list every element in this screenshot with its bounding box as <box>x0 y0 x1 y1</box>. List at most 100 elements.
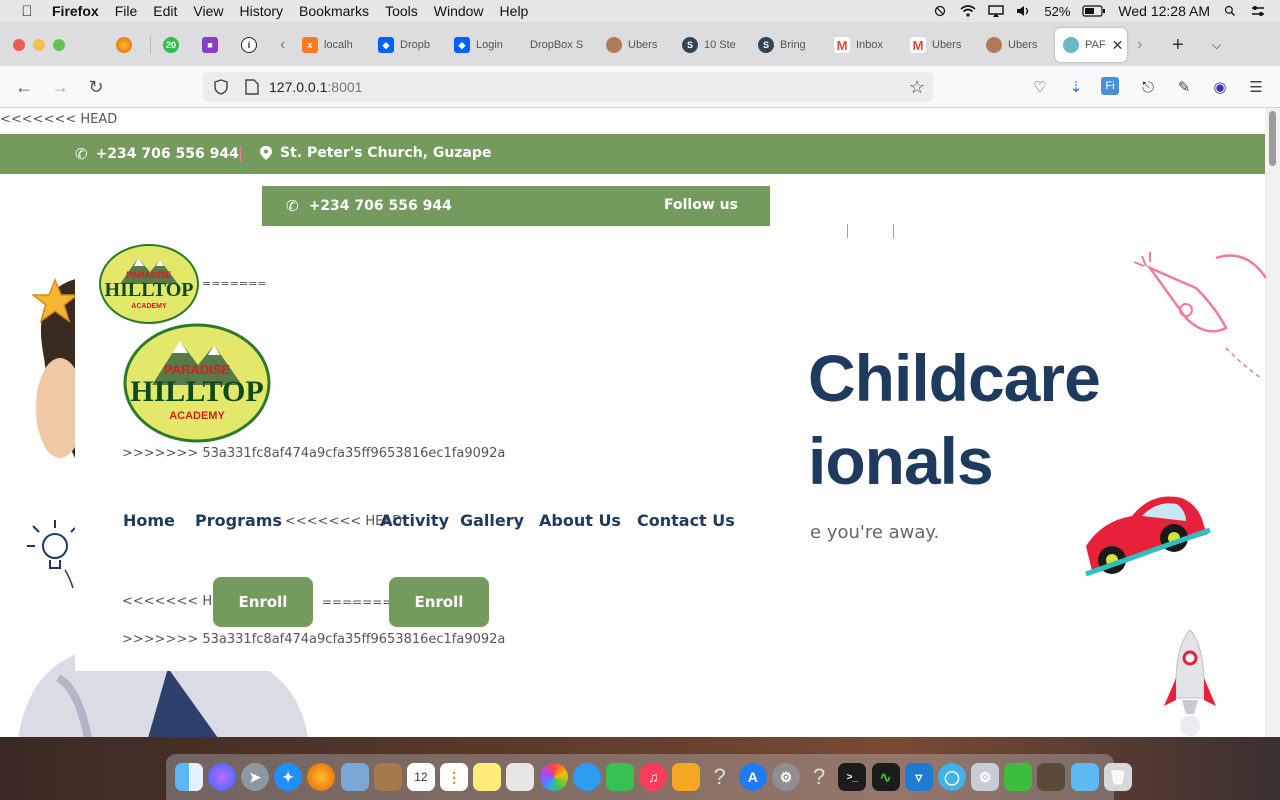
header-phone[interactable]: ✆ +234 706 556 944 <box>286 197 452 215</box>
tab-bring[interactable]: S Bring <box>758 28 822 62</box>
downloads-icon[interactable]: ⇣ <box>1066 77 1086 97</box>
eyedropper-icon[interactable]: ✎ <box>1174 77 1194 97</box>
close-window-button[interactable] <box>13 39 25 51</box>
extensions-puzzle-icon[interactable]: ⎋ <box>1138 77 1158 97</box>
tab-paradise-active[interactable]: PAF ✕ <box>1055 28 1127 62</box>
wifi-icon[interactable] <box>960 5 976 17</box>
hamburger-menu-icon[interactable]: ☰ <box>1246 77 1266 97</box>
contact-address[interactable]: St. Peter's Church, Guzape <box>260 145 491 161</box>
photos-icon[interactable] <box>539 763 568 791</box>
menu-help[interactable]: Help <box>500 3 529 19</box>
scrollbar-thumb[interactable] <box>1269 111 1276 166</box>
folder-icon[interactable] <box>1070 763 1099 791</box>
photos-app-icon[interactable] <box>506 763 535 791</box>
maximize-window-button[interactable] <box>53 39 65 51</box>
menu-bookmarks[interactable]: Bookmarks <box>299 3 369 19</box>
control-center-icon[interactable] <box>1250 5 1266 17</box>
url-bar[interactable]: 127.0.0.1:8001 ☆ <box>203 72 933 102</box>
launchpad-icon[interactable]: ➤ <box>240 763 269 791</box>
activity-monitor-icon[interactable]: ∿ <box>871 763 900 791</box>
tab-pinned-badge[interactable]: 20 <box>163 28 185 62</box>
help-icon[interactable]: ? <box>706 763 734 791</box>
tab-pinned-firefox[interactable] <box>116 28 138 62</box>
logo-small[interactable]: PARADISE HILLTOP ACADEMY <box>98 244 200 324</box>
apple-icon[interactable]:  <box>12 3 42 20</box>
sync-icon[interactable] <box>932 5 948 17</box>
logo-large[interactable]: PARADISE HILLTOP ACADEMY <box>122 323 272 443</box>
close-tab-icon[interactable]: ✕ <box>1112 37 1124 54</box>
appstore-icon[interactable]: A <box>738 763 767 791</box>
menu-app-firefox[interactable]: Firefox <box>52 3 99 19</box>
menu-tools[interactable]: Tools <box>385 3 418 19</box>
terminal-icon[interactable]: >_ <box>838 763 867 791</box>
tab-ubers-1[interactable]: Ubers <box>606 28 670 62</box>
settings2-icon[interactable]: ⚙ <box>971 763 1000 791</box>
tab-gmail-ubers[interactable]: M Ubers <box>910 28 974 62</box>
photo-thumbnail-icon[interactable] <box>1037 763 1066 791</box>
book-icon[interactable] <box>373 763 402 791</box>
music-icon[interactable]: ♫ <box>639 763 668 791</box>
tabs-scroll-left-button[interactable]: ‹ <box>280 28 294 62</box>
notes-icon[interactable] <box>473 763 502 791</box>
nav-about-us[interactable]: About Us <box>539 511 621 530</box>
menu-file[interactable]: File <box>115 3 138 19</box>
extension-fi-icon[interactable]: Fi <box>1101 77 1119 95</box>
bookmark-star-icon[interactable]: ☆ <box>909 77 925 98</box>
settings-icon[interactable]: ⚙ <box>771 763 800 791</box>
tabs-scroll-right-button[interactable]: › <box>1137 28 1151 62</box>
reload-icon[interactable]: ↻ <box>85 76 107 98</box>
battery-icon[interactable] <box>1082 5 1106 17</box>
tab-localhost[interactable]: x localh <box>302 28 366 62</box>
tab-dropbox-s[interactable]: DropBox S <box>530 28 594 62</box>
volume-icon[interactable] <box>1016 5 1032 17</box>
nav-activity[interactable]: Activity <box>380 511 449 530</box>
minimize-window-button[interactable] <box>33 39 45 51</box>
facetime-icon[interactable] <box>606 763 635 791</box>
airplay-icon[interactable] <box>988 5 1005 17</box>
reminders-icon[interactable]: ⋮ <box>440 763 469 791</box>
page-scrollbar[interactable] <box>1265 108 1280 737</box>
back-arrow-icon[interactable]: ← <box>13 76 35 98</box>
messages-icon[interactable] <box>572 763 601 791</box>
enroll-button-1[interactable]: Enroll <box>213 577 313 627</box>
nav-gallery[interactable]: Gallery <box>460 511 524 530</box>
preview-icon[interactable] <box>340 763 369 791</box>
tab-10-steps[interactable]: S 10 Ste <box>682 28 746 62</box>
spotlight-search-icon[interactable] <box>1222 5 1238 17</box>
contact-phone[interactable]: ✆ +234 706 556 944 <box>75 145 239 163</box>
books-icon[interactable] <box>672 763 701 791</box>
menu-window[interactable]: Window <box>434 3 484 19</box>
pocket-icon[interactable]: ♡ <box>1030 77 1050 97</box>
firefox-icon[interactable] <box>307 763 336 791</box>
new-tab-button[interactable]: + <box>1172 28 1188 62</box>
tab-ubers-2[interactable]: Ubers <box>986 28 1050 62</box>
finder-icon[interactable] <box>174 763 203 791</box>
forward-arrow-icon[interactable]: → <box>49 76 71 98</box>
menu-view[interactable]: View <box>193 3 223 19</box>
menu-edit[interactable]: Edit <box>153 3 177 19</box>
tab-dropbox-login[interactable]: ◆ Login <box>454 28 518 62</box>
phone-number: +234 706 556 944 <box>308 198 452 214</box>
circle-app-icon[interactable]: ◯ <box>937 763 966 791</box>
green-app-icon[interactable] <box>1004 763 1033 791</box>
nav-home[interactable]: Home <box>123 511 175 530</box>
tab-dropbox[interactable]: ◆ Dropb <box>378 28 442 62</box>
tab-pinned-robot[interactable]: ■ <box>202 28 224 62</box>
follow-us-link[interactable]: Follow us <box>664 197 738 213</box>
enroll-button-2[interactable]: Enroll <box>389 577 489 627</box>
tab-gmail-inbox[interactable]: M Inbox <box>834 28 898 62</box>
nav-contact-us[interactable]: Contact Us <box>637 511 735 530</box>
tab-pinned-info[interactable]: i <box>241 28 263 62</box>
safari-icon[interactable]: ✦ <box>274 763 303 791</box>
siri-icon[interactable] <box>207 763 236 791</box>
account-icon[interactable]: ◉ <box>1210 77 1230 97</box>
menu-history[interactable]: History <box>239 3 283 19</box>
calendar-icon[interactable]: 12 <box>406 763 435 791</box>
shield-icon[interactable] <box>213 79 229 95</box>
vscode-icon[interactable]: ▿ <box>904 763 933 791</box>
menubar-clock[interactable]: Wed 12:28 AM <box>1118 3 1210 19</box>
nav-programs[interactable]: Programs <box>195 511 282 530</box>
help-icon-2[interactable]: ? <box>805 763 833 791</box>
trash-icon[interactable]: 🗑 <box>1103 763 1132 791</box>
list-all-tabs-chevron-down-icon[interactable]: ⌵ <box>1212 28 1228 62</box>
